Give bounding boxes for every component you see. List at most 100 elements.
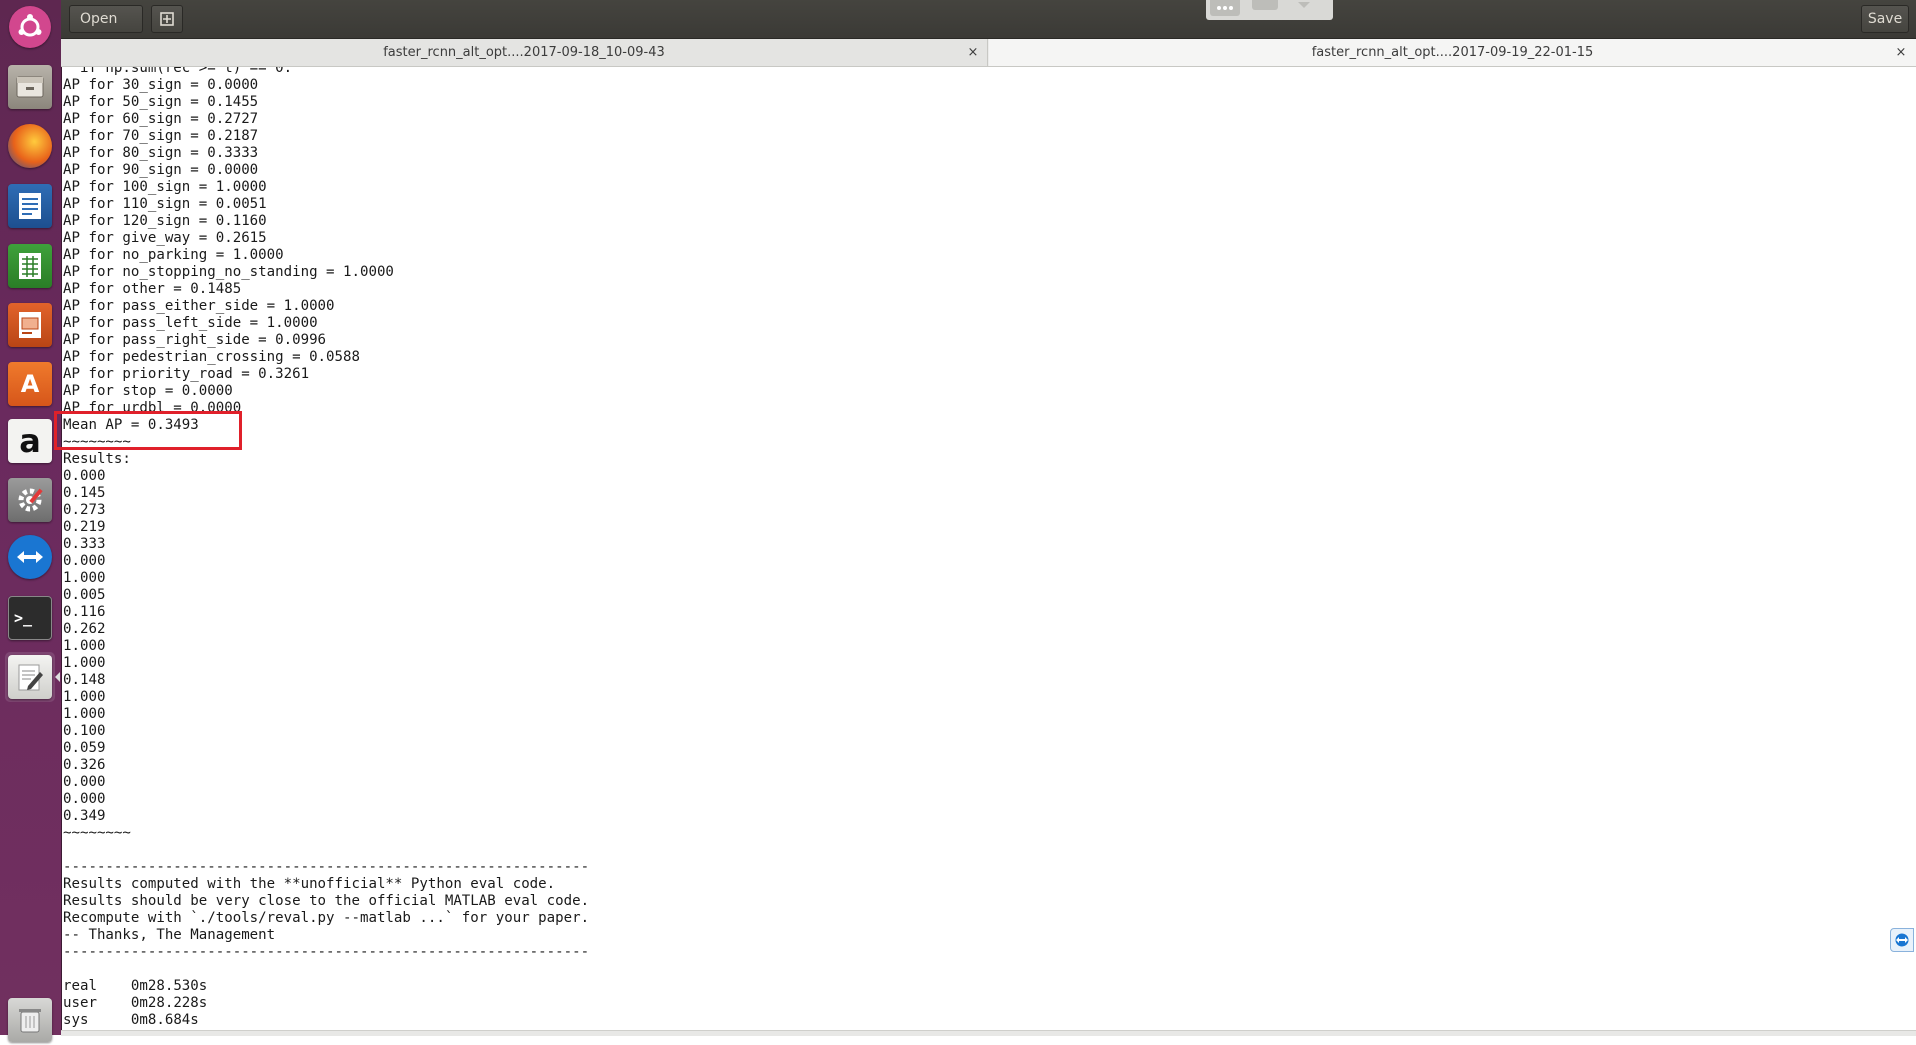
tab-second-close-icon[interactable]: × xyxy=(1891,39,1911,66)
code-line: AP for pass_right_side = 0.0996 xyxy=(63,332,327,348)
firefox-icon xyxy=(8,124,52,168)
code-line: 0.100 xyxy=(63,723,106,739)
open-label: Open xyxy=(80,11,118,27)
code-line: 0.349 xyxy=(63,808,106,824)
code-line: AP for priority_road = 0.3261 xyxy=(63,366,310,382)
libreoffice-impress-icon xyxy=(8,303,52,347)
launcher-terminal[interactable]: >_ xyxy=(5,593,55,643)
code-line: Results computed with the **unofficial**… xyxy=(63,876,556,892)
code-line: ----------------------------------------… xyxy=(63,859,590,875)
tab-first[interactable]: faster_rcnn_alt_opt....2017-09-18_10-09-… xyxy=(61,39,988,66)
window-resize-icon[interactable] xyxy=(1252,0,1278,10)
code-line: if np.sum(rec >= t) == 0: xyxy=(63,67,293,76)
code-line: AP for 120_sign = 0.1160 xyxy=(63,213,267,229)
code-line: AP for pedestrian_crossing = 0.0588 xyxy=(63,349,360,365)
active-indicator xyxy=(55,672,60,682)
menu-dots-icon[interactable] xyxy=(1210,0,1240,16)
code-line: ~~~~~~~~ xyxy=(63,825,131,841)
code-line: AP for 110_sign = 0.0051 xyxy=(63,196,267,212)
status-bar xyxy=(61,1030,1916,1036)
code-line: 0.273 xyxy=(63,502,106,518)
code-line: AP for 30_sign = 0.0000 xyxy=(63,77,259,93)
code-line: AP for pass_left_side = 1.0000 xyxy=(63,315,318,331)
header-bar: Open Save xyxy=(61,0,1916,48)
code-line: 0.000 xyxy=(63,774,106,790)
code-line: -- Thanks, The Management xyxy=(63,927,276,943)
code-line: Recompute with `./tools/reval.py --matla… xyxy=(63,910,590,926)
code-line: ----------------------------------------… xyxy=(63,944,590,960)
text-editor-icon xyxy=(8,655,52,699)
new-document-button[interactable] xyxy=(151,5,183,33)
save-button[interactable]: Save xyxy=(1861,5,1909,33)
code-line: 0.000 xyxy=(63,791,106,807)
code-line: AP for 80_sign = 0.3333 xyxy=(63,145,259,161)
launcher-files[interactable] xyxy=(5,62,55,112)
code-line: 0.059 xyxy=(63,740,106,756)
code-line: AP for 100_sign = 1.0000 xyxy=(63,179,267,195)
code-line: 0.326 xyxy=(63,757,106,773)
launcher-calc[interactable] xyxy=(5,241,55,291)
tab-second[interactable]: faster_rcnn_alt_opt....2017-09-19_22-01-… xyxy=(989,39,1916,66)
code-line: 0.262 xyxy=(63,621,106,637)
code-line: 1.000 xyxy=(63,638,106,654)
launcher-software-center[interactable]: A xyxy=(5,359,55,409)
launcher-text-editor[interactable] xyxy=(5,652,55,702)
code-line: ​ xyxy=(63,842,589,859)
code-line: AP for 70_sign = 0.2187 xyxy=(63,128,259,144)
code-line: 0.000 xyxy=(63,468,106,484)
terminal-icon: >_ xyxy=(8,596,52,640)
code-line: 0.116 xyxy=(63,604,106,620)
code-line: Results: xyxy=(63,451,131,467)
launcher-teamviewer[interactable] xyxy=(5,532,55,582)
launcher-trash[interactable] xyxy=(5,995,55,1045)
code-line: Results should be very close to the offi… xyxy=(63,893,590,909)
code-line: 0.219 xyxy=(63,519,106,535)
files-icon xyxy=(8,65,52,109)
text-editor-view[interactable]: if np.sum(rec >= t) == 0: AP for 30_sign … xyxy=(62,67,1916,1035)
teamviewer-panel-toggle[interactable] xyxy=(1890,928,1914,952)
code-line: AP for 50_sign = 0.1455 xyxy=(63,94,259,110)
code-line: 1.000 xyxy=(63,570,106,586)
ubuntu-logo-icon xyxy=(9,6,51,48)
code-line: AP for give_way = 0.2615 xyxy=(63,230,267,246)
code-line: 1.000 xyxy=(63,689,106,705)
system-settings-icon xyxy=(8,478,52,522)
amazon-icon: a xyxy=(8,419,52,463)
mean-ap-highlight-box xyxy=(54,411,242,450)
document-text[interactable]: if np.sum(rec >= t) == 0: AP for 30_sign … xyxy=(63,67,589,1029)
code-line: AP for stop = 0.0000 xyxy=(63,383,233,399)
code-line: AP for 60_sign = 0.2727 xyxy=(63,111,259,127)
code-line: 0.145 xyxy=(63,485,106,501)
libreoffice-writer-icon xyxy=(8,184,52,228)
trash-icon xyxy=(8,998,52,1042)
launcher-ubuntu[interactable] xyxy=(5,2,55,52)
code-line: 0.148 xyxy=(63,672,106,688)
launcher-impress[interactable] xyxy=(5,300,55,350)
code-line: user 0m28.228s xyxy=(63,995,208,1011)
chevron-down-icon[interactable] xyxy=(1298,2,1310,8)
code-line: 0.005 xyxy=(63,587,106,603)
new-document-icon xyxy=(160,12,174,26)
code-line: real 0m28.530s xyxy=(63,978,208,994)
teamviewer-icon xyxy=(8,535,52,579)
code-line: 1.000 xyxy=(63,706,106,722)
launcher-amazon[interactable]: a xyxy=(5,416,55,466)
unity-launcher: A a >_ xyxy=(0,0,62,1042)
tab-label: faster_rcnn_alt_opt....2017-09-19_22-01-… xyxy=(1311,45,1594,60)
code-line: AP for pass_either_side = 1.0000 xyxy=(63,298,335,314)
code-line: 0.000 xyxy=(63,553,106,569)
code-line: AP for no_parking = 1.0000 xyxy=(63,247,284,263)
launcher-settings[interactable] xyxy=(5,475,55,525)
tab-first-close-icon[interactable]: × xyxy=(963,39,983,66)
libreoffice-calc-icon xyxy=(8,244,52,288)
code-line: ​ xyxy=(63,961,589,978)
launcher-firefox[interactable] xyxy=(5,121,55,171)
open-button[interactable]: Open xyxy=(69,5,143,48)
code-line: 0.333 xyxy=(63,536,106,552)
code-line: AP for other = 0.1485 xyxy=(63,281,242,297)
launcher-writer[interactable] xyxy=(5,181,55,231)
tab-label: faster_rcnn_alt_opt....2017-09-18_10-09-… xyxy=(383,45,665,60)
code-line: 1.000 xyxy=(63,655,106,671)
code-line: AP for no_stopping_no_standing = 1.0000 xyxy=(63,264,394,280)
window-controls xyxy=(1206,0,1333,20)
